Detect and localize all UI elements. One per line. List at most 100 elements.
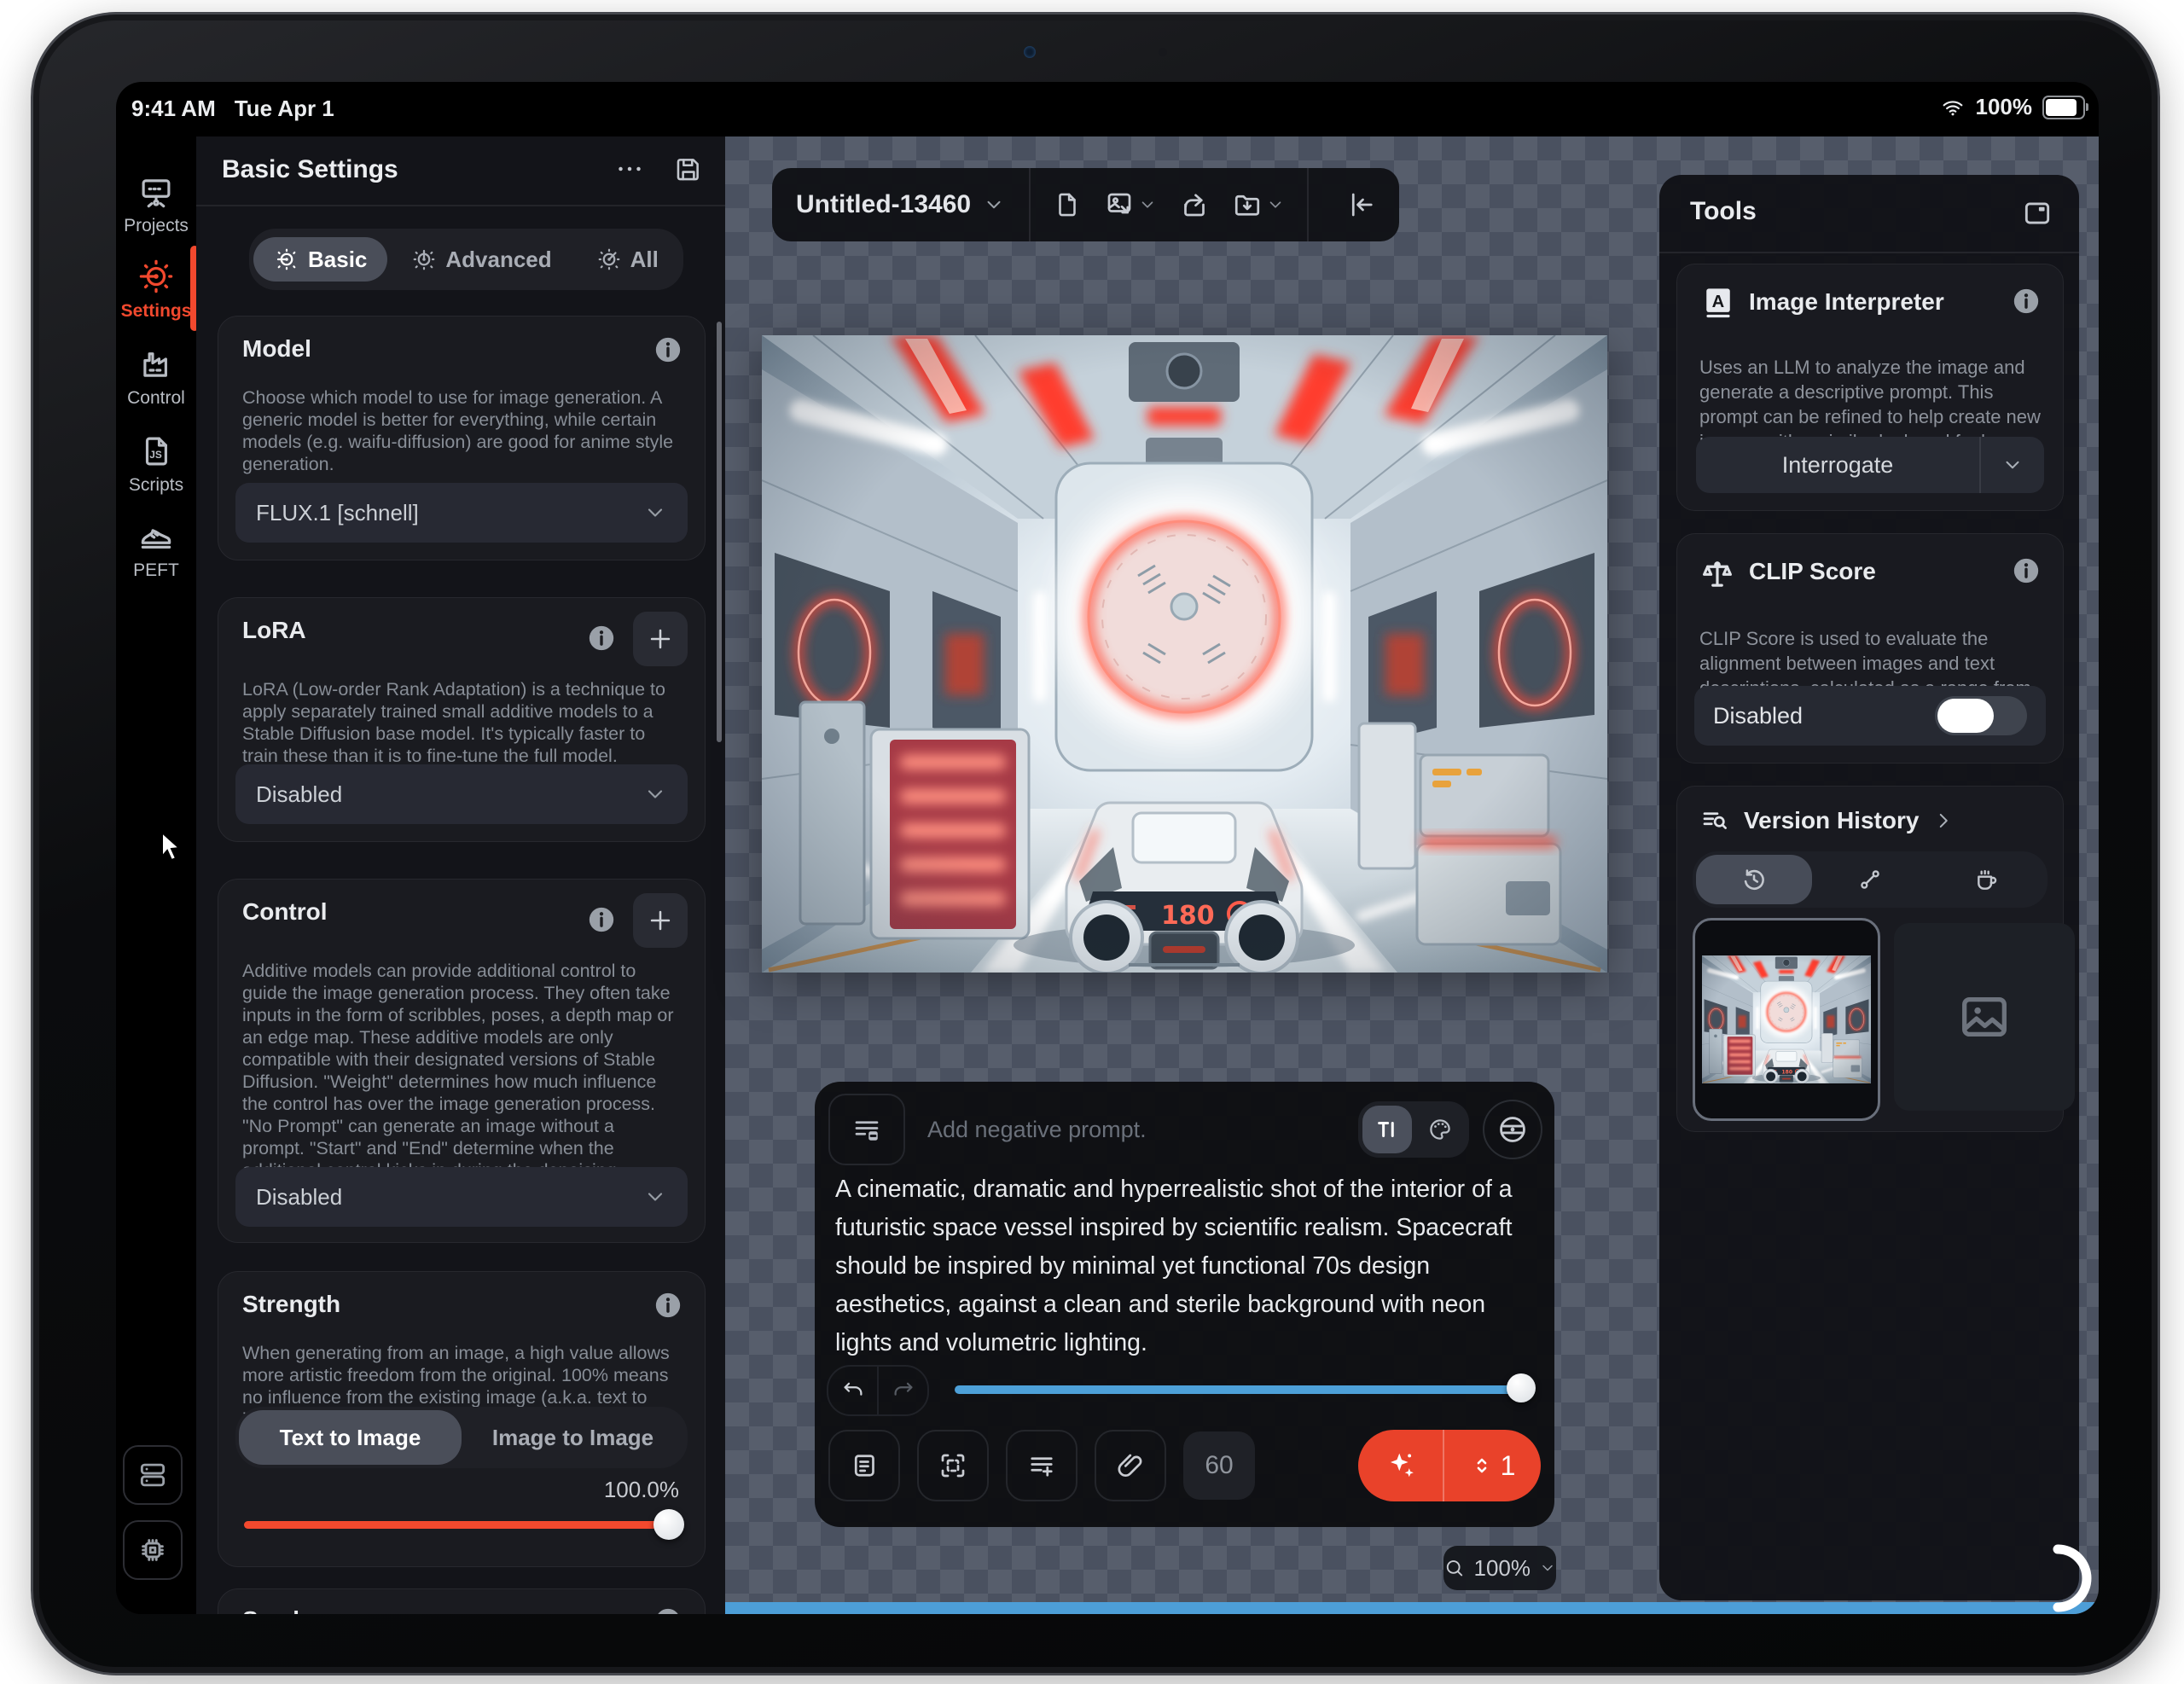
- script-button[interactable]: [828, 1430, 900, 1501]
- negative-prompt-button[interactable]: [828, 1094, 905, 1165]
- magnifier-icon: [1446, 1560, 1463, 1577]
- generate-button[interactable]: 1: [1358, 1430, 1541, 1501]
- coffee-tab[interactable]: [1928, 855, 2044, 904]
- undo-icon: [844, 1382, 862, 1396]
- save-icon[interactable]: [674, 154, 703, 183]
- model-title: Model: [242, 335, 311, 362]
- server-button[interactable]: [123, 1445, 183, 1505]
- chevron-down-icon: [1269, 201, 1281, 208]
- more-options-icon[interactable]: [614, 154, 645, 184]
- selection-frame-button[interactable]: [917, 1430, 989, 1501]
- tab-advanced[interactable]: Advanced: [391, 237, 572, 282]
- control-dropdown[interactable]: Disabled: [235, 1167, 688, 1227]
- info-icon[interactable]: [587, 624, 616, 653]
- strength-title: Strength: [242, 1291, 341, 1317]
- document-title-menu[interactable]: Untitled-13460: [772, 190, 1029, 219]
- lora-card: LoRA LoRA (Low-order Rank Adaptation) is…: [218, 597, 706, 842]
- chevron-down-icon: [1141, 201, 1153, 208]
- add-control-button[interactable]: [633, 893, 688, 948]
- thumbnail-artwork: [1702, 955, 1871, 1083]
- info-icon[interactable]: [2012, 556, 2041, 585]
- new-document-button[interactable]: [1053, 190, 1082, 219]
- collapse-panel-button[interactable]: [1324, 189, 1399, 220]
- redo-icon: [894, 1382, 912, 1396]
- clock: 9:41 AM: [131, 96, 216, 121]
- info-icon[interactable]: [653, 335, 682, 364]
- interrogate-dropdown[interactable]: [1979, 437, 2044, 493]
- strength-mode-toggle: Text to Image Image to Image: [235, 1407, 688, 1468]
- clip-score-toggle[interactable]: [1935, 696, 2027, 735]
- all-gear-icon: [598, 248, 620, 270]
- scale-icon: [1699, 556, 1735, 592]
- canvas-area[interactable]: Untitled-13460 Add negative prompt. A ci…: [725, 136, 2099, 1614]
- attachment-button[interactable]: [1095, 1430, 1166, 1501]
- sidebar-item-peft[interactable]: PEFT: [116, 517, 196, 581]
- ti-icon: [1378, 1122, 1394, 1137]
- prompt-text[interactable]: A cinematic, dramatic and hyperrealistic…: [835, 1170, 1533, 1362]
- battery-icon: [2042, 95, 2088, 119]
- history-slider[interactable]: [955, 1373, 1536, 1404]
- strength-slider[interactable]: [244, 1509, 684, 1540]
- text-to-image-option[interactable]: Text to Image: [239, 1410, 462, 1465]
- negative-prompt-row: Add negative prompt.: [828, 1094, 1542, 1165]
- generated-image[interactable]: [762, 335, 1607, 973]
- interpreter-icon: A: [1699, 283, 1737, 325]
- strength-slider-thumb[interactable]: [653, 1509, 684, 1540]
- sidebar-item-projects[interactable]: Projects: [116, 174, 196, 236]
- panel-title: Basic Settings: [222, 155, 398, 183]
- plus-icon: [650, 629, 671, 649]
- image-to-image-option[interactable]: Image to Image: [462, 1410, 684, 1465]
- sidebar-item-settings[interactable]: Settings: [116, 258, 196, 322]
- redo-button[interactable]: [877, 1367, 927, 1414]
- info-icon[interactable]: [653, 1606, 682, 1614]
- import-image-button[interactable]: [1104, 189, 1157, 220]
- prompt-panel: Add negative prompt. A cinematic, dramat…: [815, 1082, 1554, 1527]
- share-button[interactable]: [1179, 189, 1210, 220]
- link-tab[interactable]: [1812, 855, 1928, 904]
- settings-scrollbar[interactable]: [717, 322, 722, 742]
- collapse-left-icon: [1351, 193, 1373, 217]
- add-lora-button[interactable]: [633, 612, 688, 666]
- sidebar-item-control[interactable]: Control: [116, 346, 196, 409]
- version-history-card: Version History: [1676, 786, 2075, 1132]
- interrogate-button[interactable]: Interrogate: [1696, 437, 2044, 493]
- lora-dropdown[interactable]: Disabled: [235, 764, 688, 824]
- chip-button[interactable]: [123, 1520, 183, 1580]
- version-thumbnail-empty[interactable]: [1894, 923, 2075, 1111]
- screen: 9:41 AM Tue Apr 1 100% Projects Settings…: [116, 82, 2099, 1614]
- tab-all[interactable]: All: [576, 237, 679, 282]
- palette-button[interactable]: [1415, 1106, 1465, 1153]
- info-icon[interactable]: [653, 1291, 682, 1320]
- undo-button[interactable]: [828, 1367, 877, 1414]
- steps-badge[interactable]: 60: [1183, 1431, 1255, 1500]
- info-icon[interactable]: [2012, 287, 2041, 316]
- projects-icon: [142, 179, 171, 208]
- model-dropdown[interactable]: FLUX.1 [schnell]: [235, 483, 688, 543]
- history-slider-row: [827, 1363, 1536, 1416]
- server-icon: [140, 1463, 166, 1487]
- palette-icon: [1430, 1119, 1450, 1140]
- history-tab[interactable]: [1696, 855, 1812, 904]
- info-icon[interactable]: [587, 905, 616, 934]
- save-to-folder-button[interactable]: [1232, 189, 1285, 220]
- sparkles-icon: [1390, 1453, 1414, 1478]
- panel-toggle-button[interactable]: [2021, 197, 2053, 229]
- sidebar-item-scripts[interactable]: JS Scripts: [116, 433, 196, 496]
- batch-count-stepper[interactable]: 1: [1444, 1450, 1541, 1482]
- page: 9:41 AM Tue Apr 1 100% Projects Settings…: [0, 0, 2184, 1684]
- chevron-down-icon: [2006, 461, 2019, 469]
- settings-gear-icon: [139, 259, 173, 293]
- folder-download-icon: [1234, 195, 1260, 216]
- version-thumbnail-current[interactable]: [1693, 918, 1880, 1121]
- version-history-header[interactable]: Version History: [1699, 805, 1955, 836]
- prompt-list-button[interactable]: [1006, 1430, 1077, 1501]
- plus-icon: [650, 910, 671, 931]
- zoom-control[interactable]: 100%: [1443, 1546, 1556, 1590]
- control-card: Control Additive models can provide addi…: [218, 879, 706, 1243]
- tab-basic[interactable]: Basic: [253, 237, 388, 282]
- list-search-icon: [1703, 812, 1727, 829]
- lens-button[interactable]: [1483, 1100, 1542, 1159]
- history-slider-thumb[interactable]: [1507, 1373, 1536, 1402]
- negative-prompt-placeholder[interactable]: Add negative prompt.: [927, 1117, 1147, 1143]
- text-image-toggle[interactable]: [1362, 1106, 1412, 1153]
